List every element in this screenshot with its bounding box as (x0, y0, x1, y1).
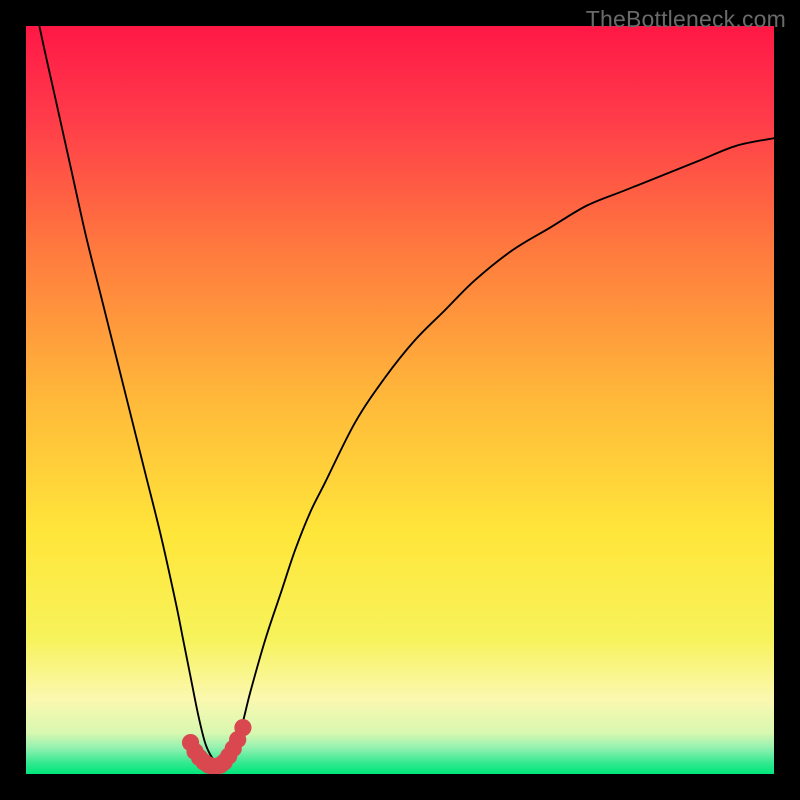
marker-dot (234, 719, 251, 736)
plot-area (26, 26, 774, 774)
gradient-background (26, 26, 774, 774)
watermark-text: TheBottleneck.com (586, 6, 786, 33)
outer-frame: TheBottleneck.com (0, 0, 800, 800)
chart-svg (26, 26, 774, 774)
